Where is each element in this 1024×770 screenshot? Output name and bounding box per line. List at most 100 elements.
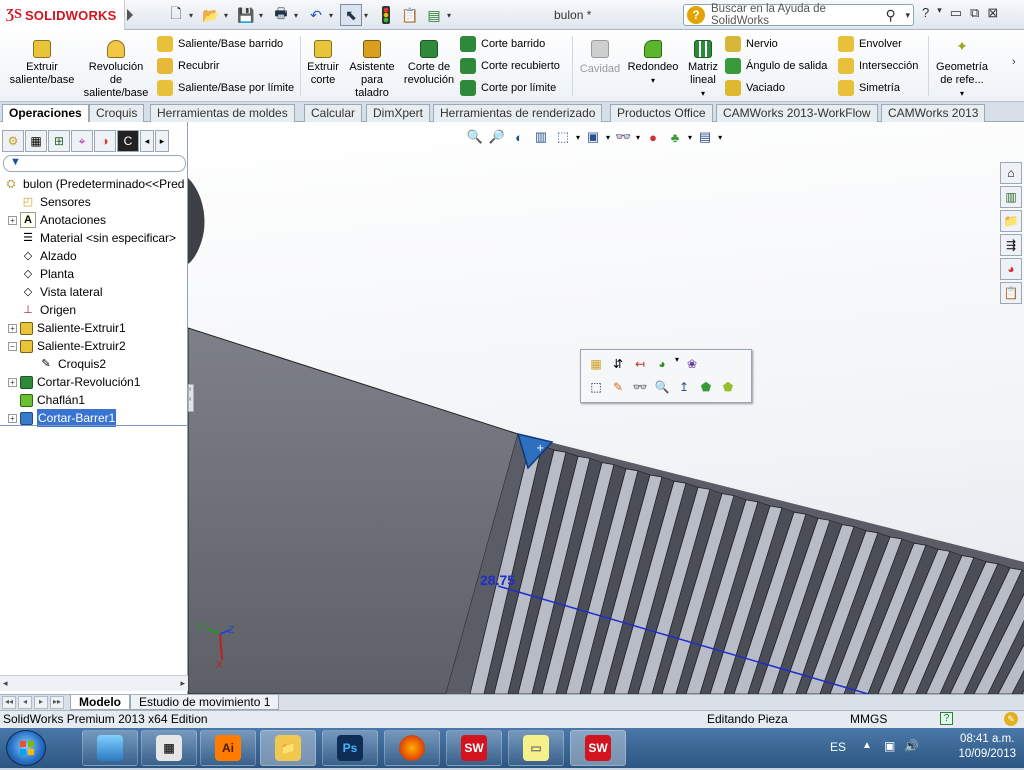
chevron-down-icon[interactable]: ▾	[932, 87, 992, 100]
wrap-button[interactable]: Envolver	[838, 36, 902, 52]
section-view-icon[interactable]: ▥	[532, 128, 550, 146]
new-document-icon[interactable]: 🗋	[165, 4, 187, 26]
rib-button[interactable]: Nervio	[725, 36, 778, 52]
appearance-icon[interactable]: ◕	[653, 355, 671, 373]
normal-to-icon[interactable]: ↥	[675, 378, 693, 396]
tab-estudio-movimiento[interactable]: Estudio de movimiento 1	[130, 695, 280, 710]
options-icon[interactable]: ▤	[423, 4, 445, 26]
expand-icon[interactable]: +	[8, 413, 17, 423]
intersect-button[interactable]: Intersección	[838, 58, 918, 74]
chevron-down-icon[interactable]: ▾	[627, 74, 679, 87]
boundary-cut-button[interactable]: Corte por límite	[460, 80, 556, 96]
parent-child-icon[interactable]: ↤	[631, 355, 649, 373]
tree-root[interactable]: ⛭ bulon (Predeterminado<<Pred	[0, 175, 188, 193]
tree-rollback-bar[interactable]	[0, 425, 188, 426]
camworks-tab-icon[interactable]: C	[117, 130, 139, 152]
tab-camworks-workflow[interactable]: CAMWorks 2013-WorkFlow	[716, 104, 878, 122]
network-icon[interactable]: ▣	[884, 739, 895, 753]
help-search-box[interactable]: ? Buscar en la Ayuda de SolidWorks ⚲ ▾	[683, 3, 914, 27]
chevron-down-icon[interactable]: ▾	[259, 11, 268, 20]
tab-modelo[interactable]: Modelo	[70, 695, 130, 710]
edit-sketch-icon[interactable]: ✎	[609, 378, 627, 396]
panel-horizontal-scrollbar[interactable]: ◂ ▸	[0, 675, 188, 691]
help-menu-icon[interactable]: ?	[922, 5, 929, 21]
chevron-down-icon[interactable]: ▾	[294, 11, 303, 20]
solidworks-resources-icon[interactable]: ⌂	[1000, 162, 1022, 184]
chevron-down-icon[interactable]: ▾	[688, 133, 692, 142]
scroll-left-icon[interactable]: ◂	[3, 678, 8, 689]
collapse-icon[interactable]: −	[8, 341, 17, 351]
expand-icon[interactable]: +	[8, 215, 17, 225]
tree-item-saliente-extruir1[interactable]: + Saliente-Extruir1	[0, 319, 188, 337]
rollback-icon[interactable]: ⇵	[609, 355, 627, 373]
select-other-icon[interactable]: ⬚	[587, 378, 605, 396]
restore-icon[interactable]: ⧉	[970, 5, 979, 21]
zoom-to-area-icon[interactable]: 🔎	[488, 128, 506, 146]
language-indicator[interactable]: ES	[830, 740, 846, 754]
fillet-feature-icon[interactable]: ⬟	[697, 378, 715, 396]
status-help-icon[interactable]: ?	[940, 712, 953, 725]
ribbon-scroll-right-icon[interactable]: ›	[1012, 56, 1016, 68]
show-hidden-icons-icon[interactable]: ▲	[862, 740, 872, 751]
extrude-boss-button[interactable]: Extruir saliente/base	[8, 40, 76, 87]
tree-item-croquis2[interactable]: ✎ Croquis2	[0, 355, 188, 373]
minimize-icon[interactable]: ▭	[950, 5, 962, 21]
tree-item-material[interactable]: ☰ Material <sin especificar>	[0, 229, 188, 247]
solidworks-logo[interactable]: ƷS SOLIDWORKS	[0, 0, 125, 30]
taskbar-app-solidworks-2[interactable]: SW	[570, 730, 626, 766]
chevron-down-icon[interactable]: ▾	[718, 133, 722, 142]
tab-herramientas-de-moldes[interactable]: Herramientas de moldes	[150, 104, 295, 122]
chevron-down-icon[interactable]: ▾	[189, 11, 198, 20]
view-orientation-icon[interactable]: ⬚	[554, 128, 572, 146]
custom-properties-icon[interactable]: 📋	[1000, 282, 1022, 304]
tree-item-cortar-revolucion1[interactable]: + Cortar-Revolución1	[0, 373, 188, 391]
tree-item-chaflan1[interactable]: Chaflán1	[0, 391, 188, 409]
rebuild-status-icon[interactable]: ✎	[1004, 712, 1018, 726]
chamfer-feature-icon[interactable]: ⬟	[719, 378, 737, 396]
hide-show-items-icon[interactable]: 👓	[614, 128, 632, 146]
display-manager-tab-icon[interactable]: ◑	[94, 130, 116, 152]
tree-item-saliente-extruir2[interactable]: − Saliente-Extruir2	[0, 337, 188, 355]
taskbar-app-solidworks-1[interactable]: SW	[446, 730, 502, 766]
property-manager-tab-icon[interactable]: ▦	[25, 130, 47, 152]
view-palette-icon[interactable]: ⇶	[1000, 234, 1022, 256]
start-button[interactable]	[6, 730, 46, 766]
hide-icon[interactable]: 👓	[631, 378, 649, 396]
suppress-icon[interactable]: ❀	[683, 355, 701, 373]
panel-collapse-handle[interactable]: ‹ ‹	[188, 384, 194, 412]
tab-dimxpert[interactable]: DimXpert	[366, 104, 431, 122]
revolve-boss-button[interactable]: Revolución de saliente/base	[82, 40, 150, 100]
close-icon[interactable]: ⊠	[987, 5, 998, 21]
units-text[interactable]: MMGS	[850, 711, 887, 728]
help-search-input[interactable]: Buscar en la Ayuda de SolidWorks	[705, 3, 885, 27]
rebuild-traffic-light-icon[interactable]	[375, 4, 397, 26]
menu-expand-icon[interactable]	[127, 9, 133, 21]
file-explorer-icon[interactable]: 📁	[1000, 210, 1022, 232]
taskbar-app-sticky-notes[interactable]: ▭	[508, 730, 564, 766]
dimension-value[interactable]: 28.75	[480, 572, 515, 588]
edit-feature-icon[interactable]: ▦	[587, 355, 605, 373]
tree-item-sensores[interactable]: ◰ Sensores	[0, 193, 188, 211]
next-tab-icon[interactable]: ▸	[34, 696, 48, 709]
search-icon[interactable]: ⚲	[885, 7, 905, 24]
model-canvas[interactable]: +	[188, 122, 1024, 694]
chevron-down-icon[interactable]: ▾	[329, 11, 338, 20]
dimxpert-manager-tab-icon[interactable]: ⌖	[71, 130, 93, 152]
prev-tab-icon[interactable]: ◂	[18, 696, 32, 709]
taskbar-app-file-explorer[interactable]: 📁	[260, 730, 316, 766]
select-pointer-icon[interactable]: ⬉	[340, 4, 362, 26]
expand-icon[interactable]: +	[8, 323, 17, 333]
boundary-boss-button[interactable]: Saliente/Base por límite	[157, 80, 294, 96]
expand-icon[interactable]: +	[8, 377, 17, 387]
scroll-right-icon[interactable]: ▸	[180, 678, 185, 689]
edit-appearance-icon[interactable]: ●	[644, 128, 662, 146]
revolved-cut-button[interactable]: Corte de revolución	[403, 40, 455, 87]
loft-boss-button[interactable]: Recubrir	[157, 58, 220, 74]
chevron-down-icon[interactable]: ▾	[905, 10, 910, 21]
draft-button[interactable]: Ángulo de salida	[725, 58, 827, 74]
file-properties-icon[interactable]: 📋	[399, 4, 421, 26]
apply-scene-icon[interactable]: ♣	[666, 128, 684, 146]
last-tab-icon[interactable]: ▸▸	[50, 696, 64, 709]
feature-manager-tab-icon[interactable]: ⚙	[2, 130, 24, 152]
shell-button[interactable]: Vaciado	[725, 80, 785, 96]
